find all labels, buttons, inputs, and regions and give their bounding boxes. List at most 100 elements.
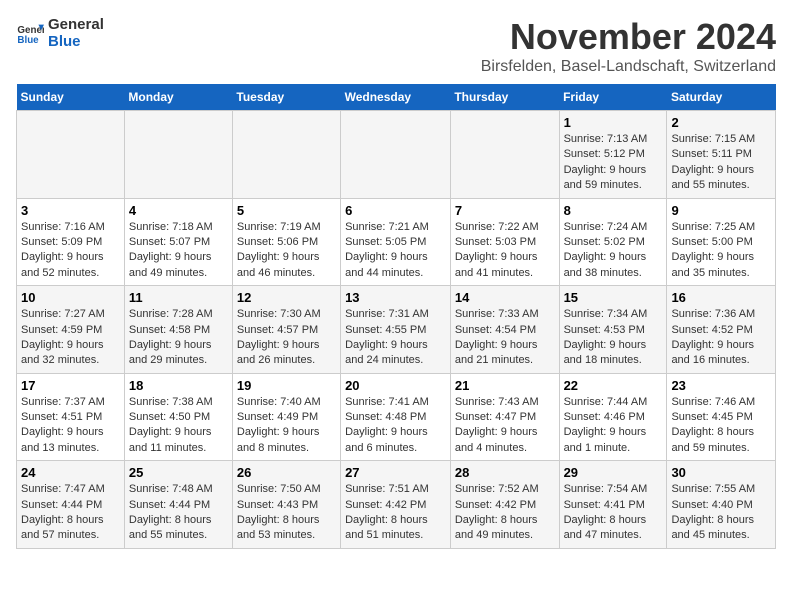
day-cell: 28 Sunrise: 7:52 AM Sunset: 4:42 PM Dayli… [450, 461, 559, 549]
day-number: 25 [129, 465, 228, 480]
day-number: 23 [671, 378, 771, 393]
day-info: Sunrise: 7:36 AM Sunset: 4:52 PM Dayligh… [671, 307, 771, 369]
day-number: 30 [671, 465, 771, 480]
day-info: Sunrise: 7:38 AM Sunset: 4:50 PM Dayligh… [129, 395, 228, 457]
week-row-1: 1Sunrise: 7:13 AM Sunset: 5:12 PM Daylig… [17, 111, 776, 199]
column-header-friday: Friday [559, 84, 667, 111]
day-cell: 14Sunrise: 7:33 AM Sunset: 4:54 PM Dayli… [450, 286, 559, 374]
day-cell [17, 111, 125, 199]
day-info: Sunrise: 7:54 AM Sunset: 4:41 PM Dayligh… [564, 482, 663, 544]
day-info: Sunrise: 7:31 AM Sunset: 4:55 PM Dayligh… [345, 307, 446, 369]
day-cell: 10 Sunrise: 7:27 AM Sunset: 4:59 PM Dayli… [17, 286, 125, 374]
day-cell [341, 111, 451, 199]
column-header-sunday: Sunday [17, 84, 125, 111]
week-row-5: 24Sunrise: 7:47 AM Sunset: 4:44 PM Dayli… [17, 461, 776, 549]
day-cell: 15 Sunrise: 7:34 AM Sunset: 4:53 PM Dayli… [559, 286, 667, 374]
day-number: 22 [564, 378, 663, 393]
day-number: 15 [564, 290, 663, 305]
day-cell: 11 Sunrise: 7:28 AM Sunset: 4:58 PM Dayli… [124, 286, 232, 374]
day-cell: 27 Sunrise: 7:51 AM Sunset: 4:42 PM Dayli… [341, 461, 451, 549]
column-header-wednesday: Wednesday [341, 84, 451, 111]
week-row-2: 3 Sunrise: 7:16 AM Sunset: 5:09 PM Daylig… [17, 198, 776, 286]
day-info: Sunrise: 7:28 AM Sunset: 4:58 PM Dayligh… [129, 307, 228, 369]
day-number: 27 [345, 465, 446, 480]
day-cell: 7 Sunrise: 7:22 AM Sunset: 5:03 PM Daylig… [450, 198, 559, 286]
day-number: 8 [564, 203, 663, 218]
day-info: Sunrise: 7:13 AM Sunset: 5:12 PM Dayligh… [564, 132, 663, 194]
day-number: 29 [564, 465, 663, 480]
logo-icon: General Blue [16, 19, 44, 47]
day-number: 10 [21, 290, 120, 305]
day-number: 16 [671, 290, 771, 305]
day-cell: 8 Sunrise: 7:24 AM Sunset: 5:02 PM Daylig… [559, 198, 667, 286]
day-cell: 30 Sunrise: 7:55 AM Sunset: 4:40 PM Dayli… [667, 461, 776, 549]
day-info: Sunrise: 7:22 AM Sunset: 5:03 PM Dayligh… [455, 220, 555, 282]
day-info: Sunrise: 7:24 AM Sunset: 5:02 PM Dayligh… [564, 220, 663, 282]
day-cell: 6 Sunrise: 7:21 AM Sunset: 5:05 PM Daylig… [341, 198, 451, 286]
day-info: Sunrise: 7:47 AM Sunset: 4:44 PM Dayligh… [21, 482, 120, 544]
day-cell: 26 Sunrise: 7:50 AM Sunset: 4:43 PM Dayli… [232, 461, 340, 549]
day-cell: 29 Sunrise: 7:54 AM Sunset: 4:41 PM Dayli… [559, 461, 667, 549]
day-number: 3 [21, 203, 120, 218]
day-info: Sunrise: 7:27 AM Sunset: 4:59 PM Dayligh… [21, 307, 120, 369]
day-cell: 17 Sunrise: 7:37 AM Sunset: 4:51 PM Dayli… [17, 373, 125, 461]
day-info: Sunrise: 7:50 AM Sunset: 4:43 PM Dayligh… [237, 482, 336, 544]
day-number: 9 [671, 203, 771, 218]
day-cell [124, 111, 232, 199]
calendar-table: SundayMondayTuesdayWednesdayThursdayFrid… [16, 84, 776, 549]
day-info: Sunrise: 7:33 AM Sunset: 4:54 PM Dayligh… [455, 307, 555, 369]
day-cell: 22 Sunrise: 7:44 AM Sunset: 4:46 PM Dayli… [559, 373, 667, 461]
day-info: Sunrise: 7:21 AM Sunset: 5:05 PM Dayligh… [345, 220, 446, 282]
day-info: Sunrise: 7:52 AM Sunset: 4:42 PM Dayligh… [455, 482, 555, 544]
day-number: 20 [345, 378, 446, 393]
day-number: 21 [455, 378, 555, 393]
day-info: Sunrise: 7:19 AM Sunset: 5:06 PM Dayligh… [237, 220, 336, 282]
day-cell: 19Sunrise: 7:40 AM Sunset: 4:49 PM Dayli… [232, 373, 340, 461]
column-header-saturday: Saturday [667, 84, 776, 111]
day-cell: 3 Sunrise: 7:16 AM Sunset: 5:09 PM Daylig… [17, 198, 125, 286]
day-info: Sunrise: 7:34 AM Sunset: 4:53 PM Dayligh… [564, 307, 663, 369]
day-cell: 4Sunrise: 7:18 AM Sunset: 5:07 PM Daylig… [124, 198, 232, 286]
day-info: Sunrise: 7:37 AM Sunset: 4:51 PM Dayligh… [21, 395, 120, 457]
day-number: 17 [21, 378, 120, 393]
logo-line2: Blue [48, 33, 104, 50]
day-cell: 16 Sunrise: 7:36 AM Sunset: 4:52 PM Dayli… [667, 286, 776, 374]
day-info: Sunrise: 7:46 AM Sunset: 4:45 PM Dayligh… [671, 395, 771, 457]
day-number: 19 [237, 378, 336, 393]
month-title: November 2024 [481, 16, 776, 58]
day-number: 2 [671, 115, 771, 130]
day-info: Sunrise: 7:41 AM Sunset: 4:48 PM Dayligh… [345, 395, 446, 457]
week-row-3: 10 Sunrise: 7:27 AM Sunset: 4:59 PM Dayli… [17, 286, 776, 374]
day-info: Sunrise: 7:51 AM Sunset: 4:42 PM Dayligh… [345, 482, 446, 544]
day-cell: 24Sunrise: 7:47 AM Sunset: 4:44 PM Dayli… [17, 461, 125, 549]
day-number: 13 [345, 290, 446, 305]
day-number: 6 [345, 203, 446, 218]
day-number: 26 [237, 465, 336, 480]
day-info: Sunrise: 7:43 AM Sunset: 4:47 PM Dayligh… [455, 395, 555, 457]
day-cell: 18 Sunrise: 7:38 AM Sunset: 4:50 PM Dayli… [124, 373, 232, 461]
day-cell: 9Sunrise: 7:25 AM Sunset: 5:00 PM Daylig… [667, 198, 776, 286]
day-number: 7 [455, 203, 555, 218]
day-info: Sunrise: 7:55 AM Sunset: 4:40 PM Dayligh… [671, 482, 771, 544]
day-cell: 21 Sunrise: 7:43 AM Sunset: 4:47 PM Dayli… [450, 373, 559, 461]
day-cell: 13 Sunrise: 7:31 AM Sunset: 4:55 PM Dayli… [341, 286, 451, 374]
day-number: 11 [129, 290, 228, 305]
day-info: Sunrise: 7:30 AM Sunset: 4:57 PM Dayligh… [237, 307, 336, 369]
day-info: Sunrise: 7:48 AM Sunset: 4:44 PM Dayligh… [129, 482, 228, 544]
day-info: Sunrise: 7:16 AM Sunset: 5:09 PM Dayligh… [21, 220, 120, 282]
day-number: 12 [237, 290, 336, 305]
logo: General Blue General Blue [16, 16, 104, 50]
day-number: 28 [455, 465, 555, 480]
column-header-thursday: Thursday [450, 84, 559, 111]
day-cell: 25 Sunrise: 7:48 AM Sunset: 4:44 PM Dayli… [124, 461, 232, 549]
day-cell: 20 Sunrise: 7:41 AM Sunset: 4:48 PM Dayli… [341, 373, 451, 461]
title-area: November 2024 Birsfelden, Basel-Landscha… [481, 16, 776, 76]
day-number: 18 [129, 378, 228, 393]
day-cell: 12 Sunrise: 7:30 AM Sunset: 4:57 PM Dayli… [232, 286, 340, 374]
day-cell: 5Sunrise: 7:19 AM Sunset: 5:06 PM Daylig… [232, 198, 340, 286]
day-info: Sunrise: 7:44 AM Sunset: 4:46 PM Dayligh… [564, 395, 663, 457]
day-info: Sunrise: 7:15 AM Sunset: 5:11 PM Dayligh… [671, 132, 771, 194]
column-header-tuesday: Tuesday [232, 84, 340, 111]
column-header-monday: Monday [124, 84, 232, 111]
day-cell: 23 Sunrise: 7:46 AM Sunset: 4:45 PM Dayli… [667, 373, 776, 461]
